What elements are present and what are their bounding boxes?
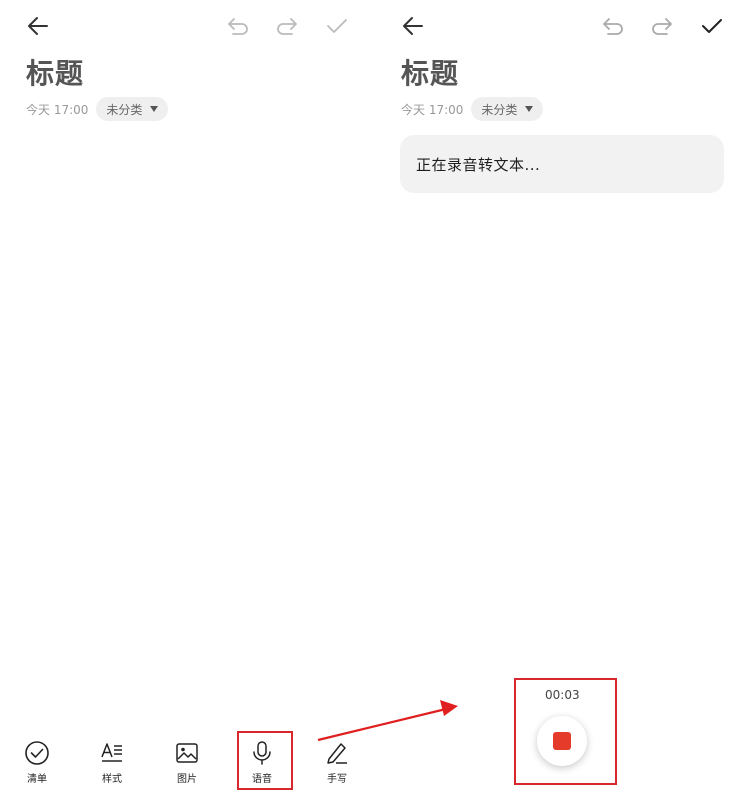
undo-button[interactable] [599, 12, 627, 40]
redo-button[interactable] [273, 12, 301, 40]
toolbar-style-button[interactable]: 样式 [87, 740, 137, 785]
redo-button[interactable] [648, 12, 676, 40]
category-dropdown[interactable]: 未分类 [96, 97, 169, 121]
pen-icon [327, 743, 347, 764]
note-title[interactable]: 标题 [26, 52, 84, 92]
text-style-icon [101, 743, 122, 762]
undo-icon [603, 18, 623, 35]
voice-highlight-box [237, 731, 293, 790]
note-editor-left: 标题 今天 17:00 未分类 清单 样式 图片 语音 手写 [0, 0, 375, 791]
arrow-left-icon [28, 17, 48, 35]
arrow-left-icon [403, 17, 423, 35]
redo-icon [277, 18, 297, 35]
note-editor-right: 标题 今天 17:00 未分类 正在录音转文本... 00:03 [375, 0, 750, 791]
checklist-icon [25, 741, 49, 765]
redo-icon [652, 18, 672, 35]
note-meta: 今天 17:00 未分类 [26, 97, 169, 121]
toolbar-image-button[interactable]: 图片 [162, 740, 212, 785]
confirm-button[interactable] [698, 12, 726, 40]
toolbar-handwriting-button[interactable]: 手写 [312, 740, 362, 785]
transcribing-status-text: 正在录音转文本... [416, 155, 541, 174]
toolbar-checklist-button[interactable]: 清单 [12, 740, 62, 785]
category-dropdown[interactable]: 未分类 [471, 97, 544, 121]
image-icon [176, 743, 198, 763]
toolbar-style-label: 样式 [102, 774, 122, 785]
back-button[interactable] [399, 12, 427, 40]
category-label: 未分类 [481, 102, 518, 117]
undo-button[interactable] [224, 12, 252, 40]
caret-down-icon [525, 106, 534, 112]
caret-down-icon [150, 106, 159, 112]
note-meta: 今天 17:00 未分类 [401, 97, 544, 121]
category-label: 未分类 [106, 102, 143, 117]
toolbar-handwriting-label: 手写 [327, 774, 347, 785]
toolbar-image-label: 图片 [177, 774, 197, 785]
note-date: 今天 17:00 [26, 102, 89, 117]
confirm-button[interactable] [323, 12, 351, 40]
note-date: 今天 17:00 [401, 102, 464, 117]
check-icon [327, 19, 347, 33]
note-title[interactable]: 标题 [401, 52, 459, 92]
back-button[interactable] [24, 12, 52, 40]
recording-highlight-box [514, 678, 617, 785]
toolbar-checklist-label: 清单 [27, 774, 47, 785]
undo-icon [228, 18, 248, 35]
check-icon [702, 19, 722, 33]
transcribing-status-box: 正在录音转文本... [400, 135, 724, 193]
